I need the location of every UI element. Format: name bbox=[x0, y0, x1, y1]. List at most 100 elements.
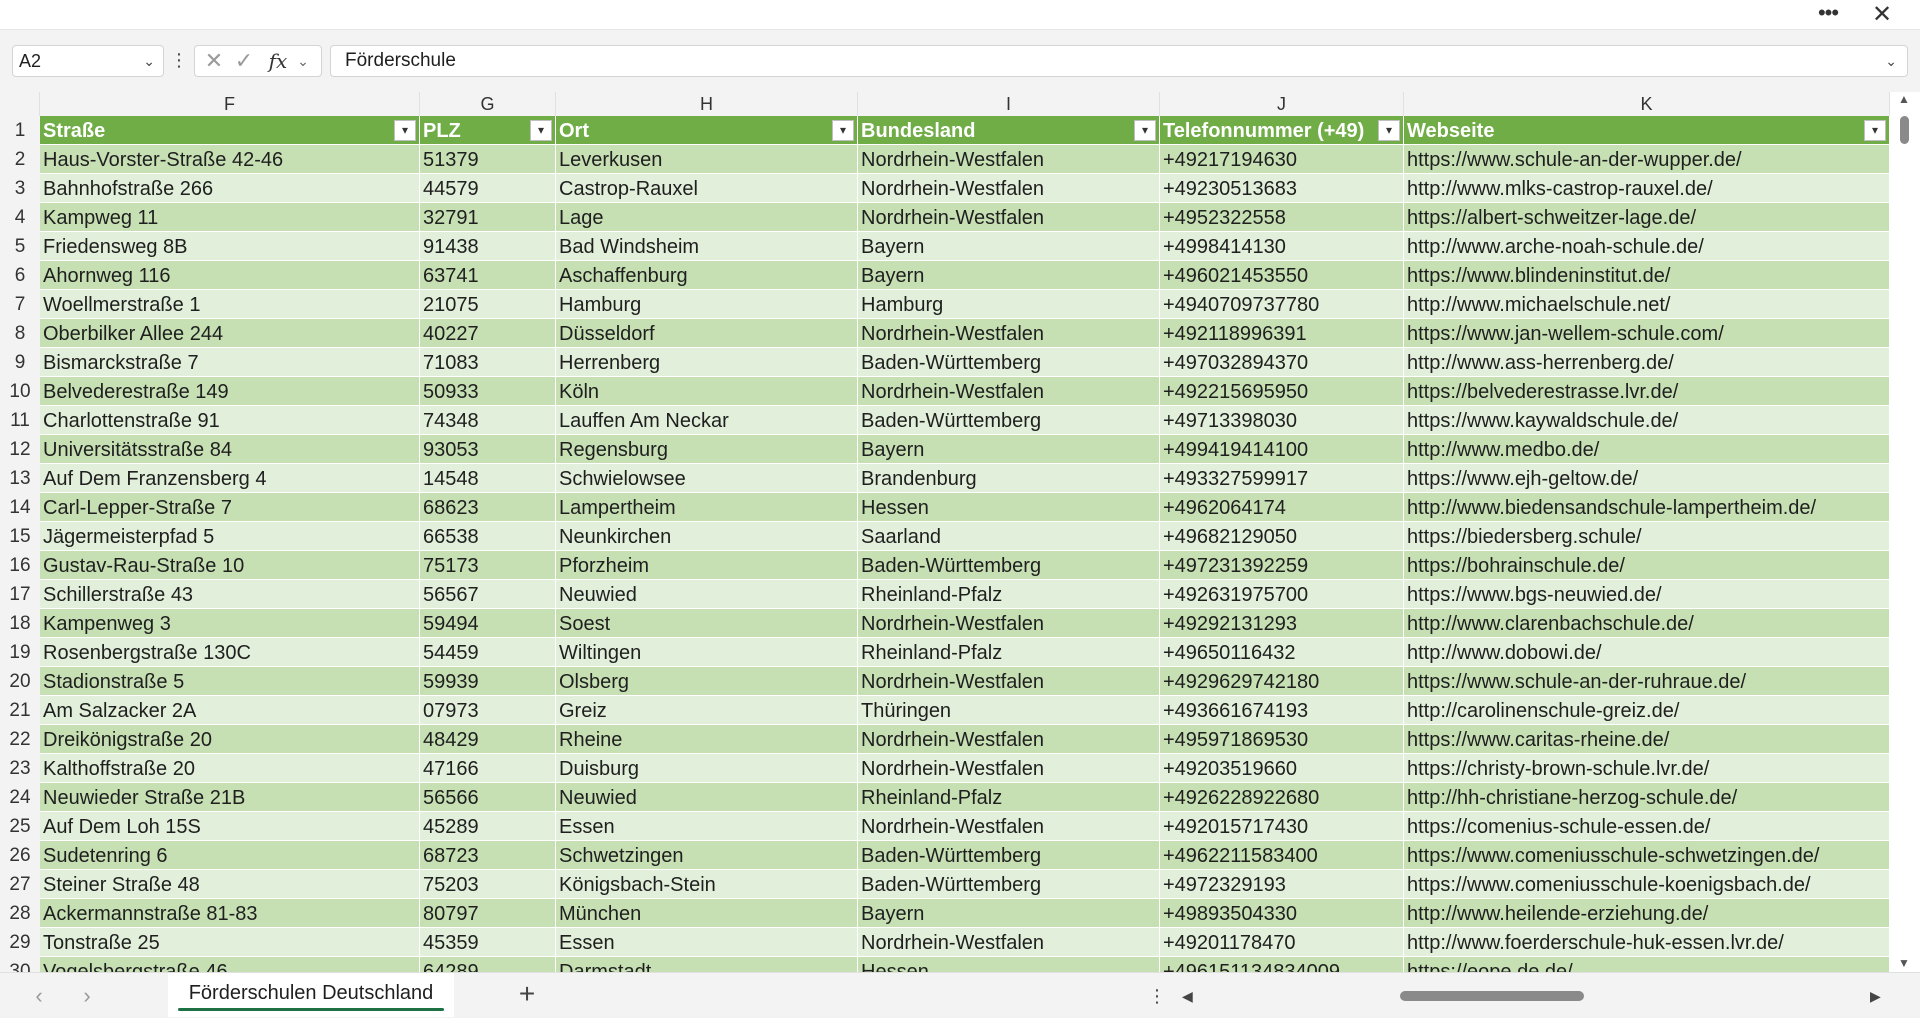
chevron-down-icon[interactable]: ⌄ bbox=[293, 46, 313, 76]
table-cell[interactable]: Herrenberg bbox=[556, 348, 858, 377]
table-cell[interactable]: Nordrhein-Westfalen bbox=[858, 203, 1160, 232]
row-number[interactable]: 16 bbox=[0, 551, 40, 580]
table-cell[interactable]: Baden-Württemberg bbox=[858, 870, 1160, 899]
table-cell[interactable]: http://www.heilende-erziehung.de/ bbox=[1404, 899, 1890, 928]
table-cell[interactable]: Baden-Württemberg bbox=[858, 406, 1160, 435]
table-cell[interactable]: http://www.mlks-castrop-rauxel.de/ bbox=[1404, 174, 1890, 203]
table-cell[interactable]: Rheinland-Pfalz bbox=[858, 783, 1160, 812]
table-cell[interactable]: 75173 bbox=[420, 551, 556, 580]
table-cell[interactable]: Ahornweg 116 bbox=[40, 261, 420, 290]
table-cell[interactable]: 80797 bbox=[420, 899, 556, 928]
table-cell[interactable]: +493661674193 bbox=[1160, 696, 1404, 725]
scroll-up-icon[interactable]: ▲ bbox=[1898, 92, 1910, 106]
table-cell[interactable]: 07973 bbox=[420, 696, 556, 725]
table-cell[interactable]: München bbox=[556, 899, 858, 928]
table-cell[interactable]: 44579 bbox=[420, 174, 556, 203]
row-number[interactable]: 18 bbox=[0, 609, 40, 638]
more-options-button[interactable]: ••• bbox=[1810, 1, 1846, 29]
table-cell[interactable]: +49893504330 bbox=[1160, 899, 1404, 928]
table-cell[interactable]: Neuwieder Straße 21B bbox=[40, 783, 420, 812]
table-cell[interactable]: Leverkusen bbox=[556, 145, 858, 174]
row-number[interactable]: 15 bbox=[0, 522, 40, 551]
scroll-right-icon[interactable]: ▶ bbox=[1870, 981, 1881, 1011]
table-cell[interactable]: Baden-Württemberg bbox=[858, 551, 1160, 580]
scroll-thumb[interactable] bbox=[1900, 116, 1909, 144]
table-cell[interactable]: Köln bbox=[556, 377, 858, 406]
table-cell[interactable]: Universitätsstraße 84 bbox=[40, 435, 420, 464]
table-cell[interactable]: Rosenbergstraße 130C bbox=[40, 638, 420, 667]
horizontal-scroll-thumb[interactable] bbox=[1400, 991, 1584, 1001]
scroll-left-icon[interactable]: ◀ bbox=[1182, 981, 1193, 1011]
table-cell[interactable]: 51379 bbox=[420, 145, 556, 174]
row-number[interactable]: 10 bbox=[0, 377, 40, 406]
table-cell[interactable]: Bayern bbox=[858, 232, 1160, 261]
table-cell[interactable]: Gustav-Rau-Straße 10 bbox=[40, 551, 420, 580]
table-cell[interactable]: 48429 bbox=[420, 725, 556, 754]
table-cell[interactable]: +492215695950 bbox=[1160, 377, 1404, 406]
table-cell[interactable]: 59939 bbox=[420, 667, 556, 696]
table-cell[interactable]: https://bohrainschule.de/ bbox=[1404, 551, 1890, 580]
table-cell[interactable]: https://www.blindeninstitut.de/ bbox=[1404, 261, 1890, 290]
table-cell[interactable]: https://albert-schweitzer-lage.de/ bbox=[1404, 203, 1890, 232]
table-cell[interactable]: 93053 bbox=[420, 435, 556, 464]
table-cell[interactable]: 74348 bbox=[420, 406, 556, 435]
close-button[interactable]: ✕ bbox=[1864, 1, 1900, 29]
table-cell[interactable]: Soest bbox=[556, 609, 858, 638]
row-number[interactable]: 29 bbox=[0, 928, 40, 957]
table-cell[interactable]: http://www.medbo.de/ bbox=[1404, 435, 1890, 464]
vertical-dots-icon[interactable]: ⋮ bbox=[170, 45, 188, 77]
table-cell[interactable]: Auf Dem Loh 15S bbox=[40, 812, 420, 841]
filter-dropdown-icon[interactable]: ▾ bbox=[394, 120, 416, 141]
filter-dropdown-icon[interactable]: ▾ bbox=[1378, 120, 1400, 141]
header-cell[interactable]: PLZ ▾ bbox=[420, 116, 556, 145]
filter-dropdown-icon[interactable]: ▾ bbox=[530, 120, 552, 141]
table-cell[interactable]: Neunkirchen bbox=[556, 522, 858, 551]
table-cell[interactable]: Olsberg bbox=[556, 667, 858, 696]
header-cell[interactable]: Straße ▾ bbox=[40, 116, 420, 145]
table-cell[interactable]: Woellmerstraße 1 bbox=[40, 290, 420, 319]
header-cell[interactable]: Bundesland ▾ bbox=[858, 116, 1160, 145]
table-cell[interactable]: Bad Windsheim bbox=[556, 232, 858, 261]
table-cell[interactable]: 71083 bbox=[420, 348, 556, 377]
table-cell[interactable]: 64289 bbox=[420, 957, 556, 972]
formula-input[interactable]: Förderschule ⌄ bbox=[330, 45, 1908, 77]
table-cell[interactable]: https://belvederestrasse.lvr.de/ bbox=[1404, 377, 1890, 406]
table-cell[interactable]: 91438 bbox=[420, 232, 556, 261]
table-cell[interactable]: 45289 bbox=[420, 812, 556, 841]
column-header[interactable]: I bbox=[858, 92, 1160, 116]
table-cell[interactable]: Regensburg bbox=[556, 435, 858, 464]
table-cell[interactable]: Pforzheim bbox=[556, 551, 858, 580]
table-cell[interactable]: Belvederestraße 149 bbox=[40, 377, 420, 406]
row-number[interactable]: 7 bbox=[0, 290, 40, 319]
table-cell[interactable]: Jägermeisterpfad 5 bbox=[40, 522, 420, 551]
table-cell[interactable]: Nordrhein-Westfalen bbox=[858, 377, 1160, 406]
table-cell[interactable]: Essen bbox=[556, 812, 858, 841]
table-cell[interactable]: Ackermannstraße 81-83 bbox=[40, 899, 420, 928]
table-cell[interactable]: Bayern bbox=[858, 261, 1160, 290]
table-cell[interactable]: https://www.jan-wellem-schule.com/ bbox=[1404, 319, 1890, 348]
table-cell[interactable]: +497032894370 bbox=[1160, 348, 1404, 377]
row-number[interactable]: 30 bbox=[0, 957, 40, 972]
table-cell[interactable]: https://www.schule-an-der-wupper.de/ bbox=[1404, 145, 1890, 174]
table-cell[interactable]: +4972329193 bbox=[1160, 870, 1404, 899]
row-number[interactable]: 12 bbox=[0, 435, 40, 464]
table-cell[interactable]: https://biedersberg.schule/ bbox=[1404, 522, 1890, 551]
table-cell[interactable]: http://hh-christiane-herzog-schule.de/ bbox=[1404, 783, 1890, 812]
insert-function-button[interactable]: fx bbox=[265, 46, 291, 76]
column-header[interactable]: J bbox=[1160, 92, 1404, 116]
table-cell[interactable]: http://www.biedensandschule-lampertheim.… bbox=[1404, 493, 1890, 522]
table-cell[interactable]: Dreikönigstraße 20 bbox=[40, 725, 420, 754]
table-cell[interactable]: 68723 bbox=[420, 841, 556, 870]
row-number[interactable]: 14 bbox=[0, 493, 40, 522]
table-cell[interactable]: 68623 bbox=[420, 493, 556, 522]
table-cell[interactable]: Castrop-Rauxel bbox=[556, 174, 858, 203]
row-number[interactable]: 13 bbox=[0, 464, 40, 493]
table-cell[interactable]: Am Salzacker 2A bbox=[40, 696, 420, 725]
row-number[interactable]: 27 bbox=[0, 870, 40, 899]
row-number[interactable]: 23 bbox=[0, 754, 40, 783]
column-header[interactable]: G bbox=[420, 92, 556, 116]
row-number[interactable]: 4 bbox=[0, 203, 40, 232]
table-cell[interactable]: Kampenweg 3 bbox=[40, 609, 420, 638]
table-cell[interactable]: Friedensweg 8B bbox=[40, 232, 420, 261]
table-cell[interactable]: +4962211583400 bbox=[1160, 841, 1404, 870]
